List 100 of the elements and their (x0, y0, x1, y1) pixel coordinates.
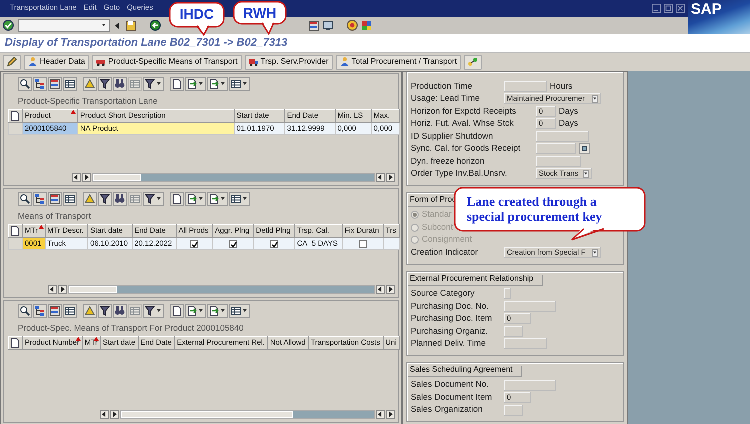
toolbar-button[interactable] (63, 304, 77, 318)
toolbar-button[interactable] (207, 304, 228, 318)
toolbar-button[interactable] (98, 304, 112, 318)
hierarchy-icon (35, 306, 45, 316)
toolbar-button[interactable] (113, 77, 127, 91)
toolbar-button[interactable] (185, 192, 206, 206)
scroll-left-button[interactable] (100, 410, 109, 419)
lookup-button[interactable] (579, 143, 590, 154)
scrollbar-thumb[interactable] (69, 286, 117, 293)
toolbar-button[interactable]: Total Procurement / Transport (336, 54, 462, 70)
input-field[interactable] (504, 80, 547, 92)
toolbar-button[interactable] (63, 192, 77, 206)
checkbox[interactable] (358, 240, 367, 248)
toolbar-button[interactable] (113, 304, 127, 318)
toolbar-button[interactable] (33, 77, 47, 91)
input-field[interactable] (504, 338, 547, 350)
scroll-left-button[interactable] (376, 285, 385, 294)
field-label: Sales Organization (411, 405, 484, 415)
toolbar-button[interactable] (143, 304, 164, 318)
toolbar-button[interactable] (18, 304, 32, 318)
scroll-right-button[interactable] (110, 410, 119, 419)
person-icon (340, 57, 350, 67)
toolbar-button[interactable] (207, 77, 228, 91)
toolbar-button[interactable] (207, 192, 228, 206)
toolbar-button[interactable] (33, 192, 47, 206)
layout-icon (309, 20, 319, 30)
input-field[interactable] (536, 143, 576, 154)
toolbar-button[interactable] (229, 192, 250, 206)
toolbar-button[interactable] (113, 192, 127, 206)
unit-label: Days (559, 119, 578, 128)
input-field[interactable] (504, 404, 523, 416)
input-field[interactable] (536, 156, 581, 167)
caret-icon (198, 80, 204, 88)
edit-button[interactable] (3, 54, 21, 70)
toolbar-button[interactable]: Trsp. Serv.Provider (244, 54, 333, 70)
document-icon (10, 226, 20, 236)
toolbar-button[interactable] (18, 192, 32, 206)
toolbar-button[interactable] (185, 304, 206, 318)
arrow-left-icon (101, 411, 108, 418)
input-field[interactable] (504, 326, 523, 337)
scrollbar-thumb[interactable] (121, 411, 293, 418)
scroll-left-button[interactable] (48, 285, 57, 294)
toolbar-button[interactable]: Header Data (24, 54, 90, 70)
grid-icon (130, 194, 140, 204)
input-field[interactable] (504, 380, 556, 391)
scroll-right-button[interactable] (386, 410, 395, 419)
scroll-right-button[interactable] (386, 285, 395, 294)
logo: SAP (688, 0, 750, 34)
field-label: Planned Deliv. Time (411, 339, 487, 349)
field-label: Production Time (411, 82, 474, 91)
caret-icon (592, 94, 598, 103)
scroll-right-button[interactable] (58, 285, 67, 294)
field-label: Usage: Lead Time (411, 94, 481, 104)
scroll-right-button[interactable] (82, 173, 91, 182)
toolbar-button[interactable] (98, 192, 112, 206)
scroll-left-button[interactable] (376, 410, 385, 419)
scroll-left-button[interactable] (72, 173, 81, 182)
toolbar-button[interactable] (170, 77, 184, 91)
field-label: Sales Document No. (411, 380, 490, 390)
checkbox[interactable] (190, 240, 198, 248)
toolbar-button[interactable] (170, 192, 184, 206)
checkbox[interactable] (229, 240, 238, 248)
field-label: Sales Document Item (411, 392, 494, 402)
input-field[interactable] (504, 288, 511, 300)
scroll-right-button[interactable] (386, 173, 395, 182)
arrow-right-icon (83, 174, 90, 181)
toolbar-button[interactable] (185, 77, 206, 91)
binoculars-icon (115, 194, 125, 204)
input-field[interactable] (536, 130, 589, 142)
toolbar-button[interactable] (33, 304, 47, 318)
search-icon (20, 306, 30, 316)
radio-label: Consignment (422, 235, 472, 245)
command-field[interactable] (18, 19, 110, 32)
scrollbar-thumb[interactable] (93, 174, 141, 181)
arrow-right-icon (59, 286, 66, 293)
callout-text: RWH (242, 6, 278, 22)
toolbar-button[interactable] (63, 77, 77, 91)
toolbar-button[interactable] (48, 304, 62, 318)
select-all-button[interactable] (8, 224, 22, 238)
toolbar-button[interactable] (98, 77, 112, 91)
export-icon (187, 79, 197, 89)
hierarchy-icon (35, 79, 45, 89)
toolbar-button[interactable] (229, 304, 250, 318)
toolbar-button[interactable] (48, 192, 62, 206)
checkbox[interactable] (270, 240, 278, 248)
toolbar-button[interactable] (229, 77, 250, 91)
toolbar-button[interactable] (143, 192, 164, 206)
scroll-left-button[interactable] (376, 173, 385, 182)
toolbar-button[interactable]: Product-Specific Means of Transport (92, 54, 242, 70)
select-all-button[interactable] (8, 336, 22, 350)
toolbar-button[interactable] (48, 77, 62, 91)
group-title: External Procurement Relationship (408, 274, 543, 286)
caret-icon (242, 307, 248, 315)
input-field[interactable] (504, 300, 556, 312)
toolbar-button[interactable] (170, 304, 184, 318)
toolbar-button[interactable] (143, 77, 164, 91)
export-icon (187, 194, 197, 204)
select-all-button[interactable] (8, 110, 22, 123)
triangle-icon (85, 306, 95, 316)
toolbar-button[interactable] (18, 77, 32, 91)
